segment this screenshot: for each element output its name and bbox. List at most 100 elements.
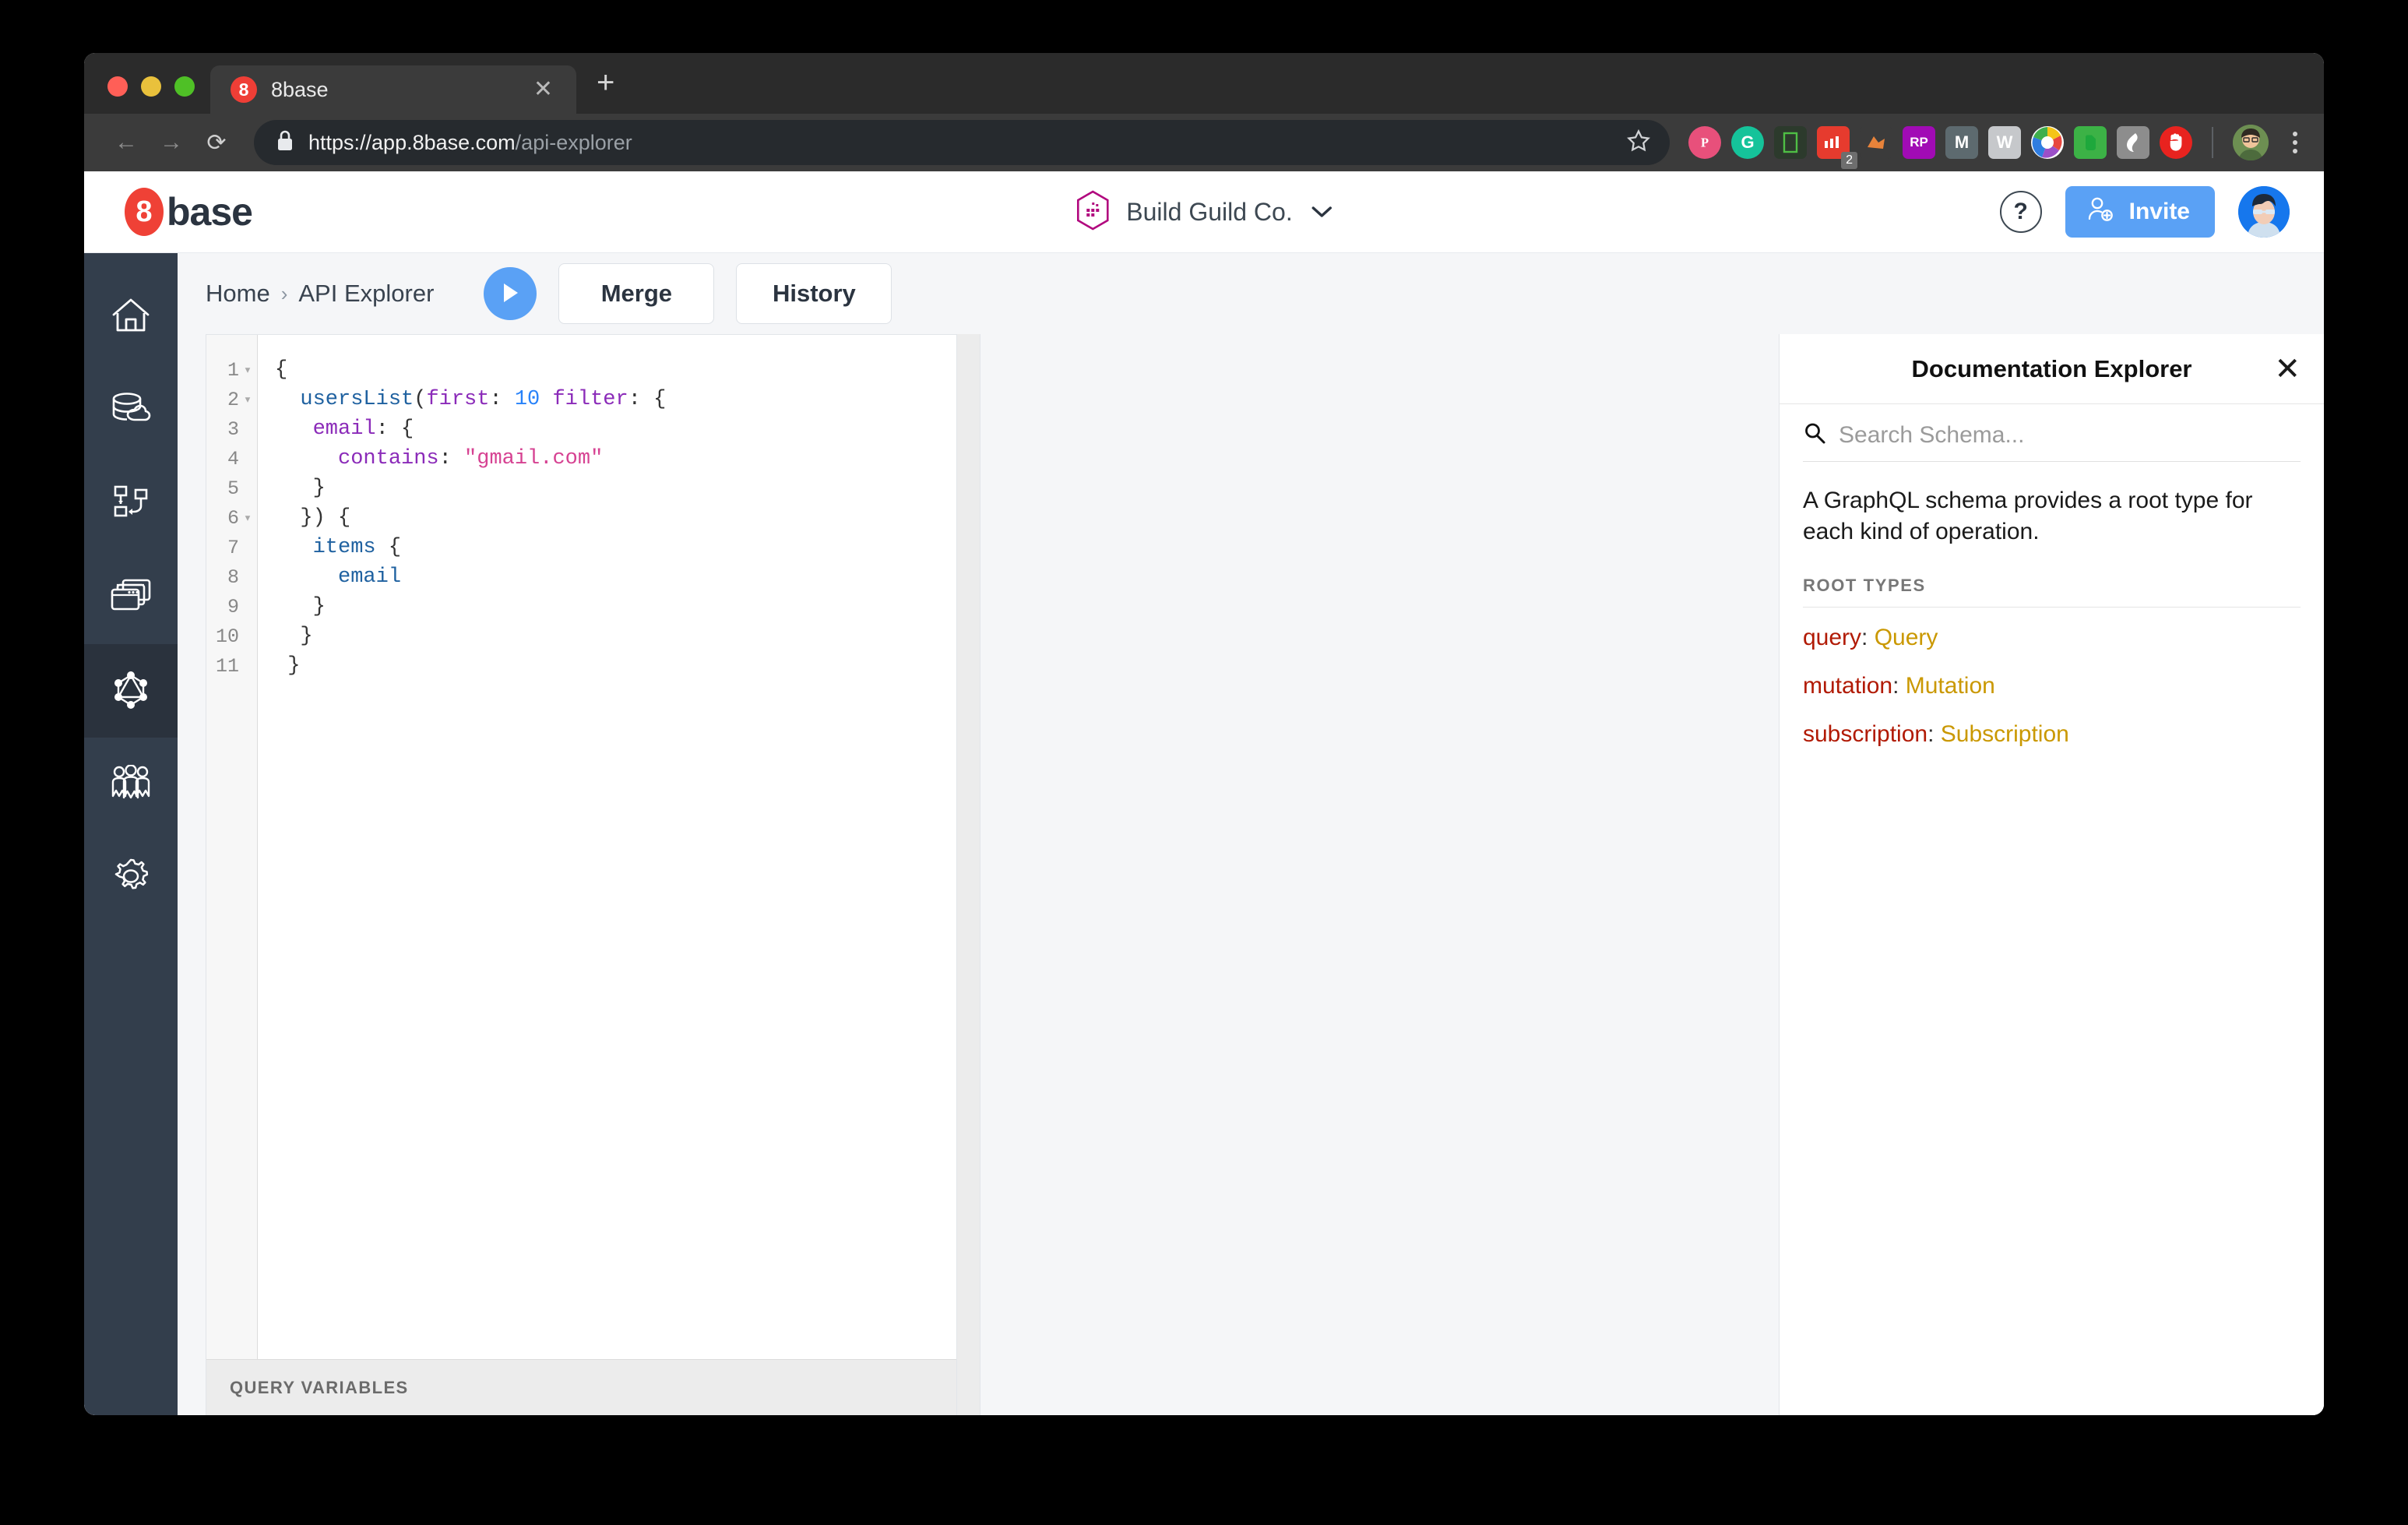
app-body: Home › API Explorer Merge History 1 ▾ 2 … [84,253,2324,1415]
graphiql-container: 1▾ 2▾ 3▾ 4▾ 5▾ 6▾ 7▾ 8▾ 9▾ 10▾ 11▾ { usersList(fir… [178,334,2324,1415]
gear-icon [110,855,152,901]
extension-tray: P G 2 RP M W [1688,125,2304,169]
line-number: 7▾ [227,536,239,559]
schema-search[interactable] [1803,421,2301,462]
adblock-extension-icon[interactable] [2160,126,2192,159]
rp-extension-icon[interactable]: RP [1903,126,1935,159]
workflow-icon [111,484,151,525]
breadcrumb-item-api-explorer[interactable]: API Explorer [298,280,434,308]
root-type-row[interactable]: mutation: Mutation [1803,673,2301,699]
line-number: 11▾ [215,654,239,678]
search-schema-input[interactable] [1839,421,2301,449]
sidebar-item-team[interactable] [84,738,178,831]
query-code[interactable]: { usersList(first: 10 filter: { email: {… [258,335,956,1359]
window-controls [84,76,210,114]
workspace-selector[interactable]: Build Guild Co. [1075,189,1333,234]
line-number: 8▾ [227,565,239,589]
code-line: } [275,625,313,648]
query-variables-bar[interactable]: QUERY VARIABLES [206,1359,956,1415]
add-user-icon [2086,194,2115,230]
minimize-window-button[interactable] [141,76,161,97]
lock-icon [276,129,294,157]
pinterest-extension-icon[interactable]: P [1688,126,1721,159]
main-content: Home › API Explorer Merge History 1 ▾ 2 … [178,253,2324,1415]
line-number: 4▾ [227,447,239,470]
evernote-extension-icon[interactable] [2074,126,2107,159]
home-icon [110,296,152,339]
sidebar-item-settings[interactable] [84,831,178,925]
code-line: } [275,595,326,618]
browser-menu-icon[interactable] [2279,132,2304,153]
root-types-label: ROOT TYPES [1803,575,1926,595]
query-result-pane [980,334,1779,1415]
code-line: usersList(first: 10 filter: { [300,388,667,411]
line-number: 3▾ [227,417,239,441]
play-icon [498,280,522,308]
code-line: items { [312,536,402,559]
sidebar-item-data[interactable] [84,364,178,457]
close-icon[interactable]: ✕ [2274,354,2301,385]
help-icon[interactable]: ? [1999,191,2042,233]
new-tab-icon[interactable]: + [576,67,614,114]
sidebar-item-workflow[interactable] [84,457,178,551]
browser-tab[interactable]: 8 8base ✕ [210,65,576,114]
team-users-icon [108,763,153,805]
user-avatar[interactable] [2238,186,2290,238]
wikipedia-extension-icon[interactable]: W [1988,126,2021,159]
documentation-explorer-header: Documentation Explorer ✕ [1780,334,2324,404]
extension-badge-count: 2 [1841,152,1857,169]
breadcrumb-item-home[interactable]: Home [206,280,270,308]
merge-button[interactable]: Merge [558,263,715,324]
pane-drag-handle[interactable] [957,334,980,1415]
code-line: }) { [275,506,351,530]
header-actions: ? Invite [1999,186,2290,238]
sidebar-item-api-explorer[interactable] [84,644,178,738]
browser-profile-avatar[interactable] [2233,125,2269,160]
close-tab-icon[interactable]: ✕ [527,75,559,104]
query-editor-pane: 1▾ 2▾ 3▾ 4▾ 5▾ 6▾ 7▾ 8▾ 9▾ 10▾ 11▾ { usersList(fir… [206,334,957,1415]
forward-icon[interactable]: → [151,122,192,163]
reload-icon[interactable]: ⟳ [196,122,237,163]
toolbar-divider [2212,127,2213,158]
root-type-row[interactable]: subscription: Subscription [1803,721,2301,748]
url-text: https://app.8base.com/api-explorer [308,130,632,154]
history-button[interactable]: History [736,263,892,324]
medium-extension-icon[interactable]: M [1945,126,1978,159]
color-wheel-extension-icon[interactable] [2031,126,2064,159]
firefox-pocket-extension-icon[interactable] [1860,126,1892,159]
run-query-button[interactable] [484,267,537,320]
bookmark-star-icon[interactable] [1626,129,1651,157]
app-header: 8 base Build Guild Co. ? Invite [84,171,2324,253]
line-number: 5▾ [227,477,239,500]
back-icon[interactable]: ← [106,122,146,163]
workspace-name: Build Guild Co. [1126,197,1293,226]
responsive-viewer-extension-icon[interactable] [1774,126,1807,159]
invite-button[interactable]: Invite [2065,186,2215,238]
sidebar-item-home[interactable] [84,270,178,364]
line-number: 9▾ [227,595,239,618]
close-window-button[interactable] [107,76,128,97]
api-explorer-toolbar: Home › API Explorer Merge History [178,253,2324,334]
invite-button-label: Invite [2128,199,2190,224]
root-type-row[interactable]: query: Query [1803,625,2301,651]
browser-tab-title: 8base [271,77,329,101]
clickup-extension-icon[interactable]: 2 [1817,126,1857,169]
graphql-icon [111,669,151,713]
workspace-hexagon-icon [1075,189,1111,234]
apps-windows-icon [109,578,153,618]
code-line: contains: "gmail.com" [338,447,604,470]
root-types-list: query: Query mutation: Mutation subscripti… [1780,608,2324,770]
omnibox[interactable]: https://app.8base.com/api-explorer [254,120,1670,165]
browser-tab-strip: 8 8base ✕ + [84,53,2324,114]
grammarly-extension-icon[interactable]: G [1731,126,1764,159]
search-icon [1803,421,1826,449]
s-extension-icon[interactable] [2117,126,2149,159]
query-editor[interactable]: 1▾ 2▾ 3▾ 4▾ 5▾ 6▾ 7▾ 8▾ 9▾ 10▾ 11▾ { usersList(fir… [206,335,956,1359]
code-line: email [338,565,402,589]
8base-logo[interactable]: 8 base [125,188,253,236]
chevron-down-icon [1311,200,1333,224]
left-sidebar [84,253,178,1415]
maximize-window-button[interactable] [174,76,195,97]
sidebar-item-apps[interactable] [84,551,178,644]
breadcrumb-separator-icon: › [280,281,288,305]
